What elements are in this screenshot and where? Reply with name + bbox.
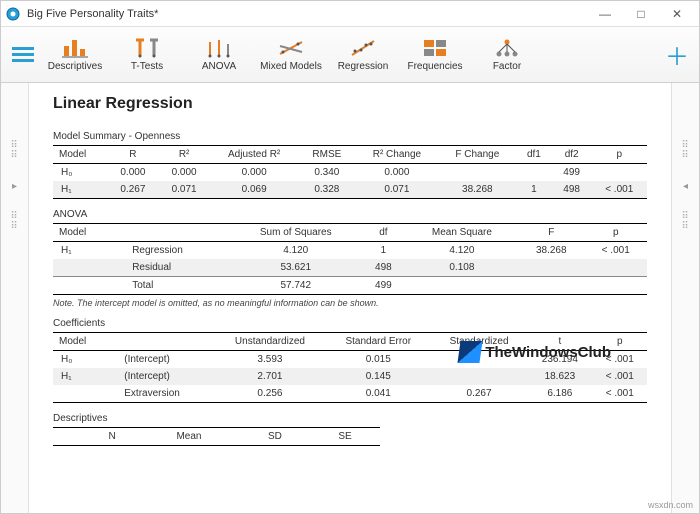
watermark-logo: TheWindowsClub [459,341,611,363]
tool-label: Mixed Models [260,61,322,72]
anova-table: Model Sum of Squares df Mean Square F p … [53,223,647,295]
factor-icon [493,37,521,59]
section-title-descriptives: Descriptives [53,413,647,424]
tool-mixed-models[interactable]: Mixed Models [255,28,327,82]
left-gutter: ⠿ ⠿ ▸ ⠿ ⠿ [1,83,29,513]
toolbar: Descriptives T-Tests ANOVA Mixed Models … [1,27,699,83]
close-button[interactable]: ✕ [659,1,695,27]
tool-label: Factor [493,61,521,72]
drag-handle-icon[interactable]: ⠿ [681,214,689,220]
table-header-row: N Mean SD SE [53,428,380,446]
tool-anova[interactable]: ANOVA [183,28,255,82]
right-gutter: ⠿ ⠿ ◂ ⠿ ⠿ [671,83,699,513]
source-watermark: wsxdn.com [648,500,693,510]
window-title: Big Five Personality Traits* [27,8,587,20]
results-document: Linear Regression Model Summary - Openne… [29,83,671,513]
bar-chart-icon [61,37,89,59]
minimize-button[interactable]: — [587,1,623,27]
ttest-icon [133,37,161,59]
descriptives-table: N Mean SD SE [53,427,380,446]
anova-icon [205,37,233,59]
drag-handle-icon[interactable]: ⠿ [681,143,689,149]
table-row: H₀ 0.0000.0000.0000.3400.000499 [53,164,647,182]
expand-left-icon[interactable]: ◂ [683,181,688,192]
hamburger-menu-button[interactable] [7,35,39,75]
anova-note: Note. The intercept model is omitted, as… [53,298,647,308]
expand-right-icon[interactable]: ▸ [12,181,17,192]
windows-logo-icon [458,341,483,363]
table-row: H₁ Regression4.12014.12038.268< .001 [53,242,647,260]
drag-handle-icon[interactable]: ⠿ [10,224,18,230]
tool-label: Regression [338,61,389,72]
section-title-anova: ANOVA [53,209,647,220]
tool-factor[interactable]: Factor [471,28,543,82]
tool-label: ANOVA [202,61,236,72]
tool-label: T-Tests [131,61,163,72]
tool-label: Descriptives [48,61,102,72]
section-title-coefficients: Coefficients [53,318,647,329]
tool-label: Frequencies [407,61,462,72]
drag-handle-icon[interactable]: ⠿ [10,153,18,159]
frequencies-icon [421,37,449,59]
table-row: Total57.742499 [53,277,647,295]
table-header-row: Model Sum of Squares df Mean Square F p [53,224,647,242]
table-header-row: Model R R² Adjusted R² RMSE R² Change F … [53,146,647,164]
model-summary-table: Model R R² Adjusted R² RMSE R² Change F … [53,145,647,199]
table-row: H₁ 0.2670.0710.0690.3280.07138.2681498< … [53,181,647,199]
tool-regression[interactable]: Regression [327,28,399,82]
mixed-icon [277,37,305,59]
add-module-button[interactable]: ＋ [661,35,693,75]
drag-handle-icon[interactable]: ⠿ [681,153,689,159]
tool-frequencies[interactable]: Frequencies [399,28,471,82]
table-row: Extraversion0.2560.0410.2676.186< .001 [53,385,647,403]
app-icon [5,6,21,22]
titlebar: Big Five Personality Traits* — □ ✕ [1,1,699,27]
drag-handle-icon[interactable]: ⠿ [10,214,18,220]
table-row: Residual53.6214980.108 [53,259,647,277]
section-title-summary: Model Summary - Openness [53,131,647,142]
maximize-button[interactable]: □ [623,1,659,27]
regression-icon [349,37,377,59]
drag-handle-icon[interactable]: ⠿ [10,143,18,149]
tool-descriptives[interactable]: Descriptives [39,28,111,82]
tool-ttests[interactable]: T-Tests [111,28,183,82]
page-title: Linear Regression [53,95,647,113]
drag-handle-icon[interactable]: ⠿ [681,224,689,230]
table-row: H₁(Intercept)2.7010.14518.623< .001 [53,368,647,385]
